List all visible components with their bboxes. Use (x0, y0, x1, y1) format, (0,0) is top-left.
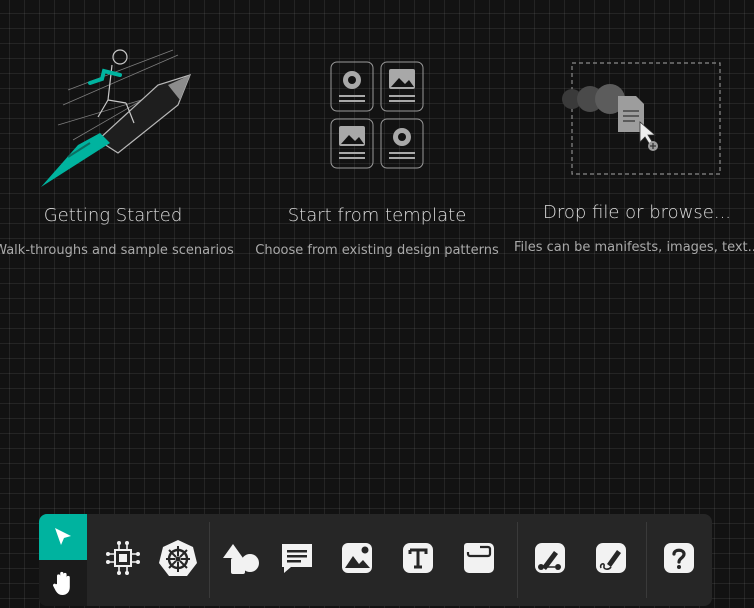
comment-icon (282, 544, 312, 573)
drop-zone-illustration (562, 62, 721, 175)
components-tool-button[interactable] (101, 536, 145, 580)
shapes-tool-button[interactable] (219, 536, 263, 580)
mode-switcher (39, 514, 87, 606)
pen-icon (535, 543, 565, 573)
template-grid-illustration (330, 61, 424, 169)
section-tool-button[interactable] (457, 536, 501, 580)
help-icon (664, 543, 694, 573)
help-button[interactable] (657, 536, 701, 580)
design-toolbar (39, 514, 712, 606)
template-card[interactable]: Start from template Choose from existing… (250, 40, 500, 270)
toolbar-divider (517, 522, 518, 598)
drop-file-card[interactable]: Drop file or browse... Files can be mani… (514, 40, 754, 270)
drop-file-title: Drop file or browse... (542, 202, 732, 223)
getting-started-title: Getting Started (43, 205, 183, 226)
pointer-icon (55, 528, 71, 545)
rocket-illustration (41, 49, 192, 187)
getting-started-subtitle: Walk-throughs and sample scenarios (0, 243, 234, 258)
kubernetes-helm-icon (159, 540, 197, 576)
image-tool-button[interactable] (335, 536, 379, 580)
text-tool-button[interactable] (396, 536, 440, 580)
template-subtitle: Choose from existing design patterns (255, 243, 499, 258)
section-icon (464, 543, 494, 573)
freehand-tool-button[interactable] (589, 536, 633, 580)
pan-mode-button[interactable] (39, 560, 87, 606)
drop-file-subtitle: Files can be manifests, images, text... (513, 240, 754, 255)
hand-pan-icon (53, 571, 70, 595)
kubernetes-tool-button[interactable] (156, 536, 200, 580)
image-icon (342, 543, 372, 573)
getting-started-card[interactable]: Getting Started Walk-throughs and sample… (0, 40, 234, 270)
shapes-icon (223, 544, 259, 574)
pen-tool-button[interactable] (528, 536, 572, 580)
freehand-draw-icon (596, 543, 626, 573)
toolbar-divider (209, 522, 210, 598)
template-title: Start from template (287, 205, 467, 226)
toolbar-divider (646, 522, 647, 598)
pointer-mode-button[interactable] (39, 514, 87, 560)
comment-tool-button[interactable] (275, 536, 319, 580)
text-icon (403, 543, 433, 573)
components-chip-icon (106, 541, 140, 575)
